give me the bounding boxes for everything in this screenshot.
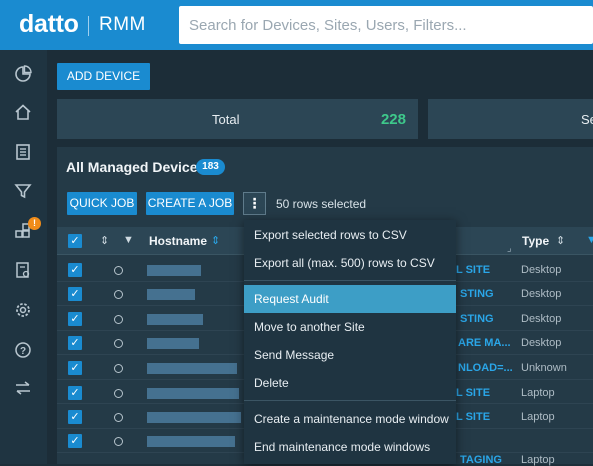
svg-text:?: ? [20,346,26,357]
report-icon[interactable] [14,261,32,279]
brand-logo[interactable]: datto [19,10,79,39]
pie-chart-icon[interactable] [14,65,32,83]
row-site[interactable]: TAGING [460,454,502,466]
menu-move-site[interactable]: Move to another Site [244,313,456,341]
menu-divider [244,280,456,281]
menu-export-selected[interactable]: Export selected rows to CSV [244,221,456,249]
row-hostname-redacted[interactable] [147,289,195,300]
sidebar: ? [0,50,47,464]
stat-card-total[interactable]: Total 228 [57,99,418,139]
row-type: Desktop [521,264,562,276]
row-site[interactable]: STING [460,288,494,300]
type-sort-icon[interactable]: ⇕ [556,234,565,247]
device-list-icon[interactable] [14,143,32,161]
stat-second-label: Se [581,112,593,127]
row-checkbox[interactable]: ✓ [68,287,82,301]
column-filter-icon[interactable]: ▼ [586,234,593,246]
menu-divider [244,400,456,401]
product-name: RMM [99,14,146,35]
select-all-checkbox[interactable]: ✓ [68,234,82,248]
row-type: Desktop [521,337,562,349]
sort-icon[interactable]: ⇕ [100,234,109,247]
status-indicator [114,389,123,398]
filter-icon[interactable]: ▼ [123,234,134,246]
row-type: Unknown [521,362,567,374]
row-type: Desktop [521,288,562,300]
add-device-button[interactable]: ADD DEVICE [57,63,150,90]
more-actions-button[interactable]: ⋮ [243,192,266,215]
row-hostname-redacted[interactable] [147,265,201,276]
row-checkbox[interactable]: ✓ [68,263,82,277]
transfer-icon[interactable] [14,379,32,397]
row-type: Desktop [521,313,562,325]
row-hostname-redacted[interactable] [147,338,199,349]
row-site[interactable]: L SITE [456,264,490,276]
status-indicator [114,437,123,446]
stat-card-second[interactable]: Se [428,99,593,139]
menu-delete[interactable]: Delete [244,369,456,397]
row-site[interactable]: NLOAD=... [458,362,513,374]
status-indicator [114,364,123,373]
status-indicator [114,290,123,299]
status-indicator [114,339,123,348]
status-indicator [114,266,123,275]
row-hostname-redacted[interactable] [147,363,237,374]
row-checkbox[interactable]: ✓ [68,361,82,375]
column-type[interactable]: Type [522,234,549,248]
gear-icon[interactable] [14,301,32,319]
menu-export-all[interactable]: Export all (max. 500) rows to CSV [244,249,456,277]
status-indicator [114,413,123,422]
funnel-icon[interactable] [14,182,32,200]
row-site[interactable]: STING [460,313,494,325]
sort-asc-icon[interactable]: ⇕ [211,234,220,247]
row-hostname-redacted[interactable] [147,388,239,399]
row-site[interactable]: L SITE [456,387,490,399]
help-icon[interactable]: ? [14,341,32,359]
row-hostname-redacted[interactable] [147,412,241,423]
quick-job-button[interactable]: QUICK JOB [67,192,137,215]
row-checkbox[interactable]: ✓ [68,386,82,400]
device-count-badge: 183 [196,159,225,175]
row-hostname-redacted[interactable] [147,436,235,447]
row-type: Laptop [521,454,555,466]
stat-total-label: Total [212,112,240,127]
home-icon[interactable] [14,103,32,121]
resize-handle-icon[interactable]: ⌟ [507,243,512,254]
menu-end-maintenance[interactable]: End maintenance mode windows [244,433,456,461]
row-checkbox[interactable]: ✓ [68,410,82,424]
create-job-button[interactable]: CREATE A JOB [146,192,234,215]
top-bar: datto RMM Search for Devices, Sites, Use… [0,0,593,50]
panel-title: All Managed Devices [66,159,206,175]
search-placeholder: Search for Devices, Sites, Users, Filter… [189,17,467,34]
row-site[interactable]: L SITE [456,411,490,423]
row-type: Laptop [521,411,555,423]
row-type: Laptop [521,387,555,399]
menu-send-message[interactable]: Send Message [244,341,456,369]
status-indicator [114,315,123,324]
brand-divider [88,16,89,36]
row-site[interactable]: ARE MA... [458,337,511,349]
row-checkbox[interactable]: ✓ [68,434,82,448]
row-checkbox[interactable]: ✓ [68,336,82,350]
stat-total-value: 228 [380,111,406,128]
row-checkbox[interactable]: ✓ [68,312,82,326]
column-hostname[interactable]: Hostname [149,234,207,248]
menu-create-maintenance[interactable]: Create a maintenance mode window [244,405,456,433]
components-alert-badge: ! [28,217,41,230]
row-hostname-redacted[interactable] [147,314,203,325]
search-input[interactable]: Search for Devices, Sites, Users, Filter… [179,6,593,44]
rows-selected-text: 50 rows selected [276,197,367,211]
menu-request-audit[interactable]: Request Audit [244,285,456,313]
